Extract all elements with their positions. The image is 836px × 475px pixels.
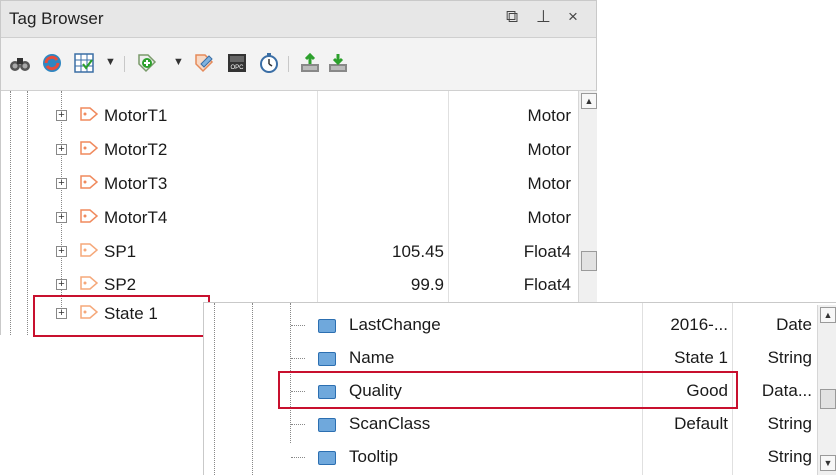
member-value: State 1 xyxy=(674,348,728,367)
tree-row-motort4[interactable]: + MotorT4 Motor xyxy=(0,201,578,235)
pin-icon[interactable]: ⊥ xyxy=(536,7,551,27)
scroll-thumb[interactable] xyxy=(820,389,836,409)
title-bar: Tag Browser ⧉ ⊥ × xyxy=(1,1,596,38)
toolbar-separator xyxy=(288,56,289,72)
member-type: Date xyxy=(776,315,812,334)
udt-tag-icon xyxy=(80,175,98,189)
memory-tag-icon xyxy=(80,243,98,257)
tree-row-sp1[interactable]: + SP1 105.45 Float4 xyxy=(0,235,578,269)
tag-name: MotorT2 xyxy=(104,140,168,159)
tag-type: Motor xyxy=(527,208,571,227)
tag-name: MotorT4 xyxy=(104,208,168,227)
tag-type: Motor xyxy=(527,140,571,159)
tag-type: Float4 xyxy=(523,242,571,261)
member-row-scanclass[interactable]: ScanClass Default String xyxy=(204,408,816,442)
tree-row-motort2[interactable]: + MotorT2 Motor xyxy=(0,133,578,167)
memory-tag-icon xyxy=(80,276,98,290)
member-value: 2016-... xyxy=(670,315,728,334)
toolbar: ▼ ▼ OPC xyxy=(1,38,596,91)
members-scrollbar[interactable]: ▲ ▼ xyxy=(817,305,836,475)
tag-type: Motor xyxy=(527,174,571,193)
dropdown-arrow-icon[interactable]: ▼ xyxy=(173,56,184,68)
tree-connector xyxy=(291,325,305,326)
expand-icon[interactable]: + xyxy=(56,279,67,290)
member-type: String xyxy=(767,348,812,367)
scroll-down-button[interactable]: ▼ xyxy=(820,455,836,471)
tree-row-motort3[interactable]: + MotorT3 Motor xyxy=(0,167,578,201)
member-type: String xyxy=(767,414,812,433)
tag-type: Float4 xyxy=(523,275,571,294)
scroll-up-button[interactable]: ▲ xyxy=(581,93,597,109)
expand-icon[interactable]: + xyxy=(56,246,67,257)
member-row-lastchange[interactable]: LastChange 2016-... Date xyxy=(204,309,816,343)
state1-highlight xyxy=(33,295,210,337)
member-row-tooltip[interactable]: Tooltip String xyxy=(204,441,816,475)
member-tag-icon xyxy=(318,352,336,366)
member-name: Name xyxy=(349,348,395,367)
restore-icon[interactable]: ⧉ xyxy=(506,7,518,27)
member-name: ScanClass xyxy=(349,414,431,433)
member-value: Default xyxy=(674,414,728,433)
tree-row-motort1[interactable]: + MotorT1 Motor xyxy=(0,99,578,133)
tag-type: Motor xyxy=(527,106,571,125)
member-tag-icon xyxy=(318,418,336,432)
refresh-icon[interactable] xyxy=(41,52,63,74)
member-type: String xyxy=(767,447,812,466)
expand-icon[interactable]: + xyxy=(56,144,67,155)
tag-value: 105.45 xyxy=(392,242,444,261)
member-tag-icon xyxy=(318,319,336,333)
member-name: Tooltip xyxy=(349,447,399,466)
scroll-up-button[interactable]: ▲ xyxy=(820,307,836,323)
tag-name: SP1 xyxy=(104,242,137,261)
tree-connector xyxy=(291,424,305,425)
import-icon[interactable] xyxy=(299,52,321,74)
member-tag-icon xyxy=(318,451,336,465)
opc-icon[interactable]: OPC xyxy=(226,52,248,74)
panel-title: Tag Browser xyxy=(9,9,104,28)
quality-highlight xyxy=(278,371,738,409)
add-tag-icon[interactable] xyxy=(136,52,158,74)
tag-name: SP2 xyxy=(104,275,137,294)
udt-tag-icon xyxy=(80,209,98,223)
tag-name: MotorT3 xyxy=(104,174,168,193)
dropdown-arrow-icon[interactable]: ▼ xyxy=(105,56,116,68)
expand-icon[interactable]: + xyxy=(56,110,67,121)
export-icon[interactable] xyxy=(327,52,349,74)
table-icon[interactable] xyxy=(73,52,95,74)
tree-scrollbar[interactable]: ▲ xyxy=(578,91,597,335)
opc-label: OPC xyxy=(230,65,244,71)
scroll-thumb[interactable] xyxy=(581,251,597,271)
expand-icon[interactable]: + xyxy=(56,178,67,189)
udt-tag-icon xyxy=(80,141,98,155)
binoculars-icon[interactable] xyxy=(9,52,31,74)
tag-name: MotorT1 xyxy=(104,106,168,125)
expand-icon[interactable]: + xyxy=(56,212,67,223)
tag-value: 99.9 xyxy=(410,275,444,294)
timer-icon[interactable] xyxy=(258,52,280,74)
tree-connector xyxy=(291,358,305,359)
close-icon[interactable]: × xyxy=(568,7,578,27)
tree-connector xyxy=(291,457,305,458)
toolbar-separator xyxy=(124,56,125,72)
member-name: LastChange xyxy=(349,315,441,334)
udt-tag-icon xyxy=(80,107,98,121)
member-type: Data... xyxy=(761,381,812,400)
edit-tag-icon[interactable] xyxy=(193,52,215,74)
